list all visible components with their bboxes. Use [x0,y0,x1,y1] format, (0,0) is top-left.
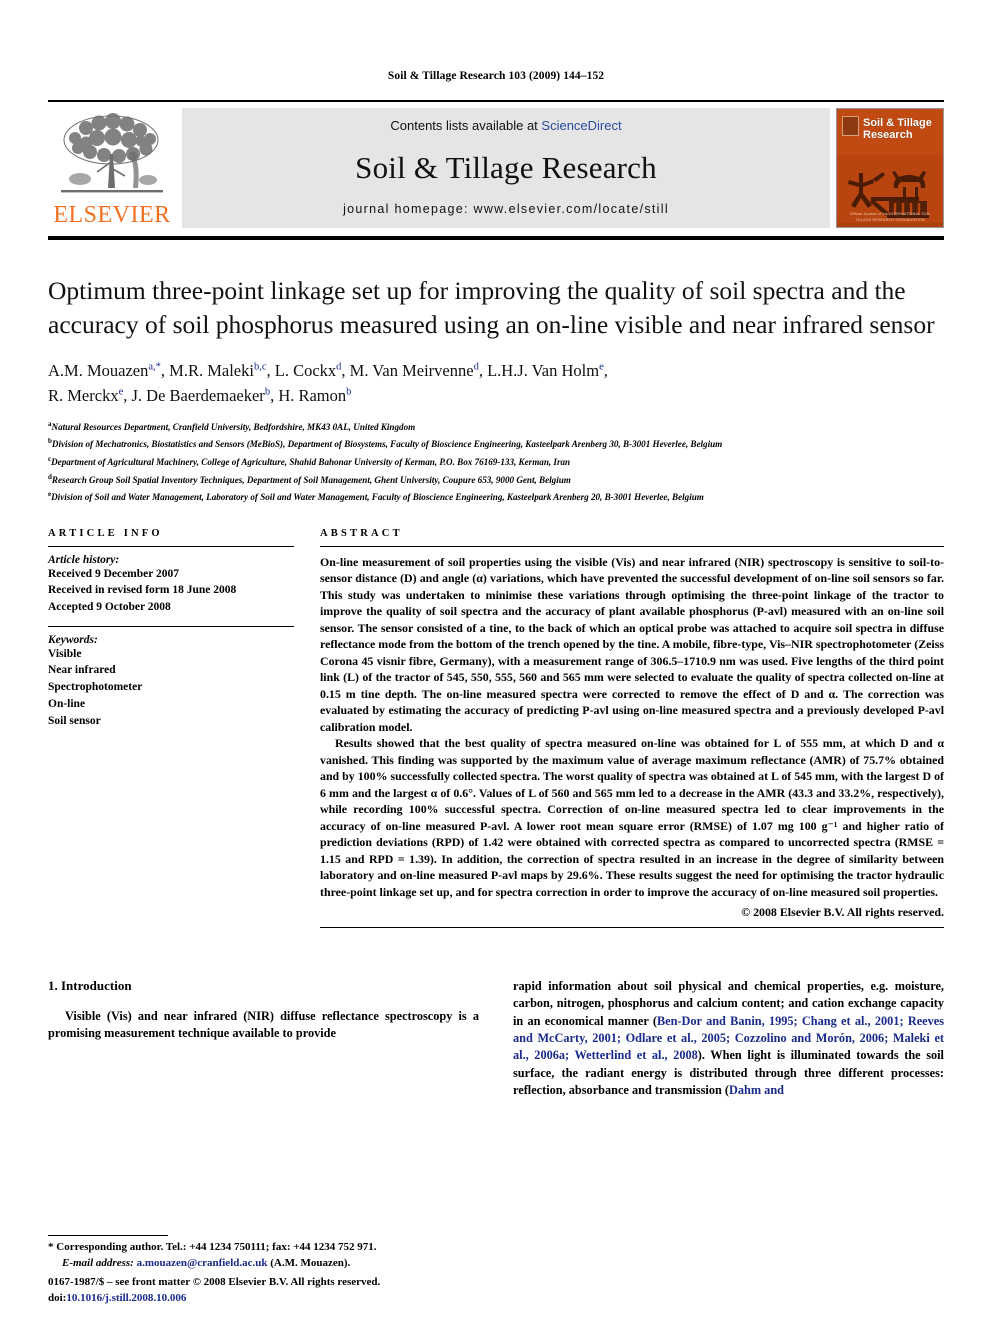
email-label: E-mail address: [62,1256,134,1269]
masthead-center: Contents lists available at ScienceDirec… [182,108,830,228]
corresponding-author-note: * Corresponding author. Tel.: +44 1234 7… [48,1241,377,1254]
affiliation-text: Research Group Soil Spatial Inventory Te… [51,474,571,485]
author-name: M. Van Meirvenne [349,361,474,381]
author-entry: H. Ramonb [278,386,351,405]
author-entry: L. Cockxd [275,361,342,380]
author-name: M.R. Maleki [169,361,254,381]
abstract-column: ABSTRACT On-line measurement of soil pro… [320,527,944,929]
contents-available-line: Contents lists available at ScienceDirec… [390,118,621,133]
affiliation-list: aNatural Resources Department, Cranfield… [48,418,944,506]
doi-line: doi:10.1016/j.still.2008.10.006 [48,1291,508,1307]
author-entry: M.R. Malekib,c [169,361,266,380]
author-entry: R. Merckxe [48,386,123,405]
running-head: Soil & Tillage Research 103 (2009) 144–1… [387,70,605,82]
history-item: Received 9 December 2007 [48,567,180,580]
journal-homepage-link[interactable]: journal homepage: www.elsevier.com/locat… [343,202,669,216]
affiliation-item: dResearch Group Soil Spatial Inventory T… [48,471,944,489]
author-marks: b [346,386,352,398]
email-note: E-mail address: a.mouazen@cranfield.ac.u… [48,1256,473,1271]
imprint-region: 0167-1987/$ – see front matter © 2008 El… [48,1275,508,1307]
keyword-item: On-line [48,697,86,710]
elsevier-logo: ELSEVIER [48,108,176,228]
doi-label: doi: [48,1292,67,1305]
intro-paragraph: Visible (Vis) and near infrared (NIR) di… [48,1009,479,1041]
keywords-label: Keywords: [48,633,98,646]
journal-article-page: Soil & Tillage Research 103 (2009) 144–1… [0,0,992,1323]
author-name: R. Merckx [48,386,119,406]
divider [320,545,944,547]
author-name: L. Cockx [274,361,337,381]
sciencedirect-link[interactable]: ScienceDirect [541,118,621,133]
affiliation-item: bDivision of Mechatronics, Biostatistics… [48,435,944,453]
cover-title: Soil & Tillage Research [863,117,932,142]
imprint-line: 0167-1987/$ – see front matter © 2008 El… [48,1276,381,1289]
author-entry: M. Van Meirvenned [350,361,479,380]
affiliation-text: Division of Soil and Water Management, L… [51,492,704,503]
info-abstract-region: ARTICLE INFO Article history: Received 9… [48,527,944,929]
author-marks: d [473,361,479,373]
citation-group-2[interactable]: Dahm and [729,1083,784,1097]
journal-cover-image: Soil & Tillage Research Official Journal… [836,108,944,228]
copyright-line: © 2008 Elsevier B.V. All rights reserved… [741,905,944,920]
abstract-heading: ABSTRACT [320,527,403,539]
email-suffix: (A.M. Mouazen). [270,1256,351,1269]
divider [48,625,294,627]
history-item: Accepted 9 October 2008 [48,601,171,613]
contents-prefix: Contents lists available at [390,118,542,133]
body-columns: 1. Introduction Visible (Vis) and near i… [48,978,944,1099]
body-column-right: rapid information about soil physical an… [513,978,944,1099]
article-info-heading: ARTICLE INFO [48,527,163,539]
journal-masthead: ELSEVIER Contents lists available at Sci… [48,100,944,240]
author-name: A.M. Mouazen [48,361,149,381]
author-marks: d [336,361,342,373]
page-title: Optimum three-point linkage set up for i… [48,276,935,339]
abstract-body: On-line measurement of soil properties u… [320,554,944,900]
author-entry: J. De Baerdemaekerb [132,386,271,405]
article-history-label: Article history: [48,553,120,566]
author-entry: A.M. Mouazena,* [48,361,161,380]
email-link[interactable]: a.mouazen@cranfield.ac.uk [137,1257,268,1269]
keyword-item: Near infrared [48,664,116,677]
affiliation-item: aNatural Resources Department, Cranfield… [48,418,944,436]
elsevier-tree-icon [61,113,163,193]
intro-paragraph-continued: rapid information about soil physical an… [513,978,944,1099]
cover-stamp-icon [842,116,859,136]
intro-right-text: rapid information about soil physical an… [513,978,944,1099]
doi-link[interactable]: 10.1016/j.still.2008.10.006 [66,1292,186,1304]
affiliation-text: Natural Resources Department, Cranfield … [51,421,416,432]
keyword-item: Visible [48,647,82,660]
author-marks: e [118,386,124,398]
author-marks: b,c [253,361,267,373]
cover-footer-text: Official Journal of the INTERNATIONAL SO… [849,212,931,222]
journal-title: Soil & Tillage Research [355,149,657,185]
author-entry: L.H.J. Van Holme [487,361,604,380]
elsevier-wordmark: ELSEVIER [53,202,171,228]
history-item: Received in revised form 18 June 2008 [48,584,237,597]
author-list: A.M. Mouazena,*, M.R. Malekib,c, L. Cock… [48,361,608,406]
keyword-item: Spectrophotometer [48,681,143,694]
abstract-paragraph: On-line measurement of soil properties u… [320,554,944,734]
abstract-paragraph: Results showed that the best quality of … [320,736,944,899]
author-name: H. Ramon [278,386,347,406]
affiliation-text: Department of Agricultural Machinery, Co… [51,456,571,467]
author-marks: e [599,361,604,373]
footnote-divider [48,1235,168,1237]
author-marks: a,* [148,361,161,373]
body-column-left: 1. Introduction Visible (Vis) and near i… [48,978,479,1099]
footnotes-region: * Corresponding author. Tel.: +44 1234 7… [48,1235,473,1271]
divider [48,545,294,547]
affiliation-item: eDivision of Soil and Water Management, … [48,488,944,506]
author-name: L.H.J. Van Holm [487,361,600,381]
keyword-item: Soil sensor [48,714,101,727]
affiliation-item: cDepartment of Agricultural Machinery, C… [48,453,944,471]
divider [320,927,944,929]
section-heading-introduction: 1. Introduction [48,978,132,994]
affiliation-text: Division of Mechatronics, Biostatistics … [51,439,723,450]
intro-left-text: Visible (Vis) and near infrared (NIR) di… [48,1008,479,1043]
author-marks: b [264,386,271,398]
article-info-column: ARTICLE INFO Article history: Received 9… [48,528,294,928]
author-name: J. De Baerdemaeker [131,386,265,406]
